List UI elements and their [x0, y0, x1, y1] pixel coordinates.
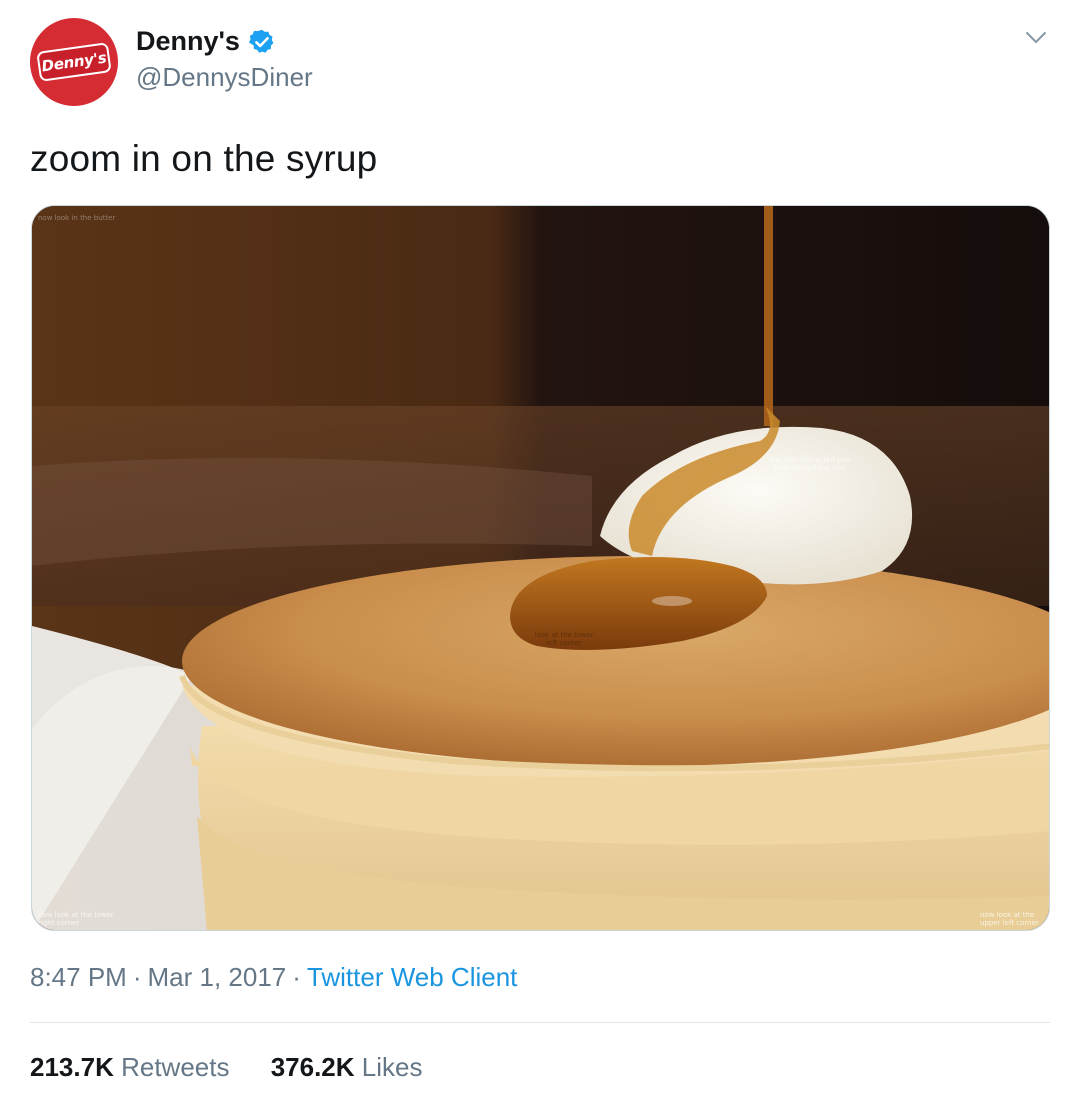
tweet-card: Denny's Denny's @DennysDiner zoom in on …	[0, 0, 1080, 1112]
photo-caption-bottom-right: now look at the upper left corner	[980, 911, 1039, 927]
tweet-text: zoom in on the syrup	[30, 138, 378, 179]
meta-separator: ·	[132, 962, 142, 992]
likes-label: Likes	[361, 1052, 423, 1082]
chevron-down-icon[interactable]	[1024, 26, 1048, 50]
photo-caption-top-left: now look in the butter	[38, 214, 116, 222]
tweet-client-link[interactable]: Twitter Web Client	[307, 962, 517, 992]
dennys-logo: Denny's	[36, 42, 112, 82]
tweet-stats: 213.7K Retweets 376.2K Likes	[30, 1052, 456, 1083]
retweets-count: 213.7K	[30, 1052, 114, 1082]
likes-stat[interactable]: 376.2K Likes	[271, 1052, 423, 1082]
photo-caption-syrup: look at the lower left corner	[534, 631, 594, 647]
display-name[interactable]: Denny's	[136, 26, 240, 57]
tweet-photo[interactable]: now look in the butter has this distract…	[31, 205, 1050, 931]
retweets-label: Retweets	[121, 1052, 230, 1082]
tweet-meta: 8:47 PM · Mar 1, 2017 · Twitter Web Client	[30, 962, 517, 993]
photo-caption-bottom-left: now look at the lower right corner	[38, 911, 114, 927]
retweets-stat[interactable]: 213.7K Retweets	[30, 1052, 229, 1082]
verified-badge-icon	[248, 29, 274, 53]
tweet-time[interactable]: 8:47 PM	[30, 962, 127, 992]
pancake-photo	[32, 206, 1049, 930]
meta-separator: ·	[292, 962, 301, 992]
user-handle[interactable]: @DennysDiner	[136, 62, 313, 93]
display-name-row[interactable]: Denny's	[136, 26, 276, 57]
divider	[30, 1022, 1050, 1023]
likes-count: 376.2K	[270, 1052, 355, 1082]
tweet-date[interactable]: Mar 1, 2017	[148, 962, 287, 992]
avatar[interactable]: Denny's	[30, 18, 118, 106]
photo-caption-butter: has this distracted you from everything …	[770, 456, 850, 472]
